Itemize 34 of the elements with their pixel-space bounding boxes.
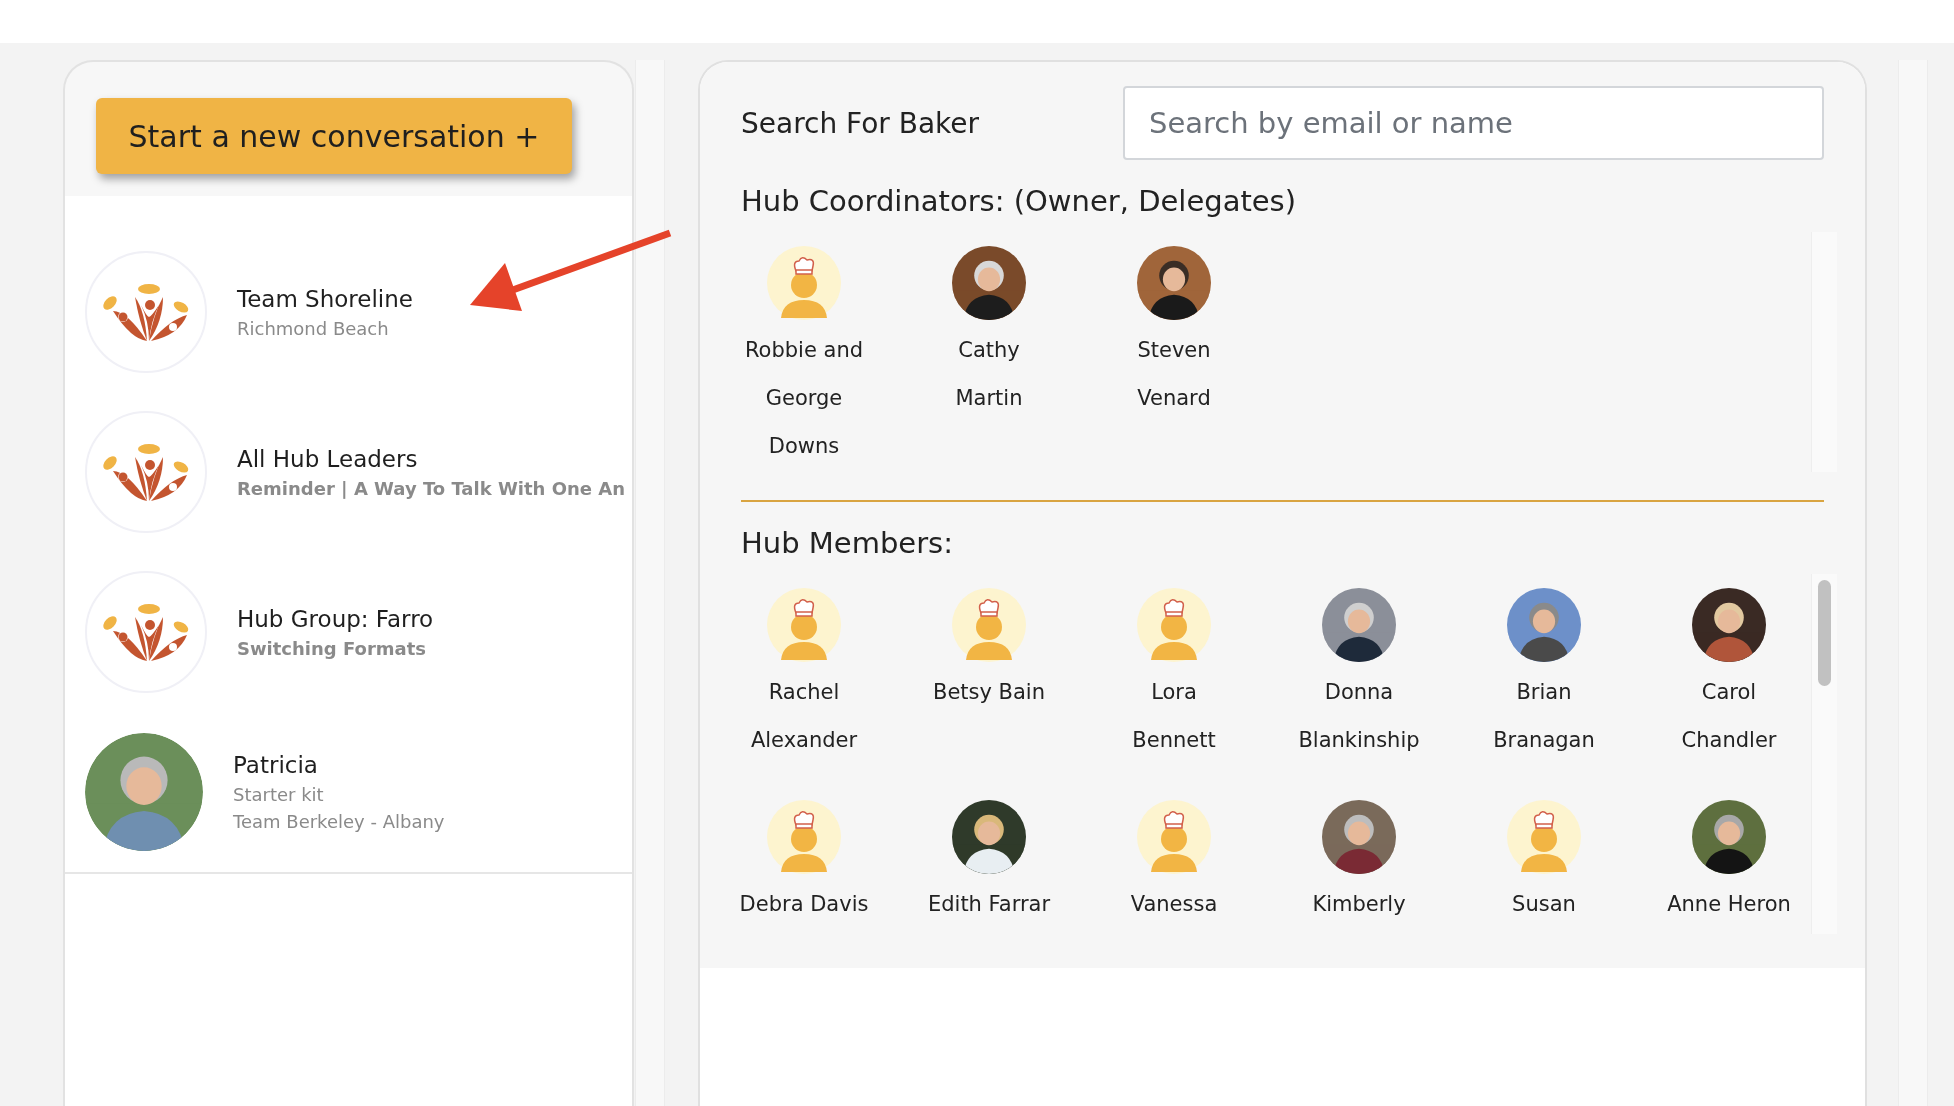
- person-name[interactable]: Carol Chandler: [1681, 668, 1777, 764]
- conversation-title[interactable]: Team Shoreline: [237, 285, 413, 312]
- scrollbar-thumb[interactable]: [1818, 580, 1831, 686]
- scrollbar-track[interactable]: [1811, 574, 1837, 934]
- logo-icon: [101, 601, 191, 663]
- person-name[interactable]: Brian Branagan: [1493, 668, 1595, 764]
- person-name[interactable]: Betsy Bain: [933, 668, 1045, 716]
- section-heading: Hub Coordinators: (Owner, Delegates): [741, 184, 1298, 218]
- conversation-title[interactable]: All Hub Leaders: [237, 445, 625, 472]
- conversation-title[interactable]: Hub Group: Farro: [237, 605, 434, 632]
- conversation-title[interactable]: Patricia: [233, 752, 445, 778]
- conversation-preview: Switching Formats: [237, 637, 428, 659]
- logo-icon: [101, 281, 191, 343]
- person-name[interactable]: Kimberly: [1312, 880, 1406, 928]
- person-name[interactable]: Cathy Martin: [955, 326, 1023, 422]
- search-field[interactable]: Search by email or name: [1123, 86, 1824, 160]
- section-heading: Hub Members:: [741, 526, 954, 560]
- conversation-preview: Starter kit: [233, 784, 325, 805]
- person-name[interactable]: Debra Davis: [739, 880, 869, 928]
- person-name[interactable]: Lora Bennett: [1132, 668, 1216, 764]
- person-name[interactable]: Susan: [1512, 880, 1576, 928]
- logo-icon: [101, 441, 191, 503]
- person-name[interactable]: Robbie and George Downs: [744, 326, 864, 470]
- person-name[interactable]: Steven Venard: [1137, 326, 1211, 422]
- person-name[interactable]: Donna Blankinship: [1298, 668, 1420, 764]
- person-name[interactable]: Rachel Alexander: [750, 668, 858, 764]
- conversation-preview: Reminder | A Way To Talk With One An: [237, 477, 625, 499]
- person-name[interactable]: Edith Farrar: [927, 880, 1051, 928]
- person-name[interactable]: Anne Heron: [1667, 880, 1791, 928]
- conversation-preview: Richmond Beach: [237, 317, 390, 339]
- new-conversation-button[interactable]: Start a new conversation +: [96, 98, 572, 174]
- search-label: Search For Baker: [741, 106, 980, 140]
- conversation-preview: Team Berkeley - Albany: [233, 811, 445, 832]
- person-name[interactable]: Vanessa: [1130, 880, 1218, 928]
